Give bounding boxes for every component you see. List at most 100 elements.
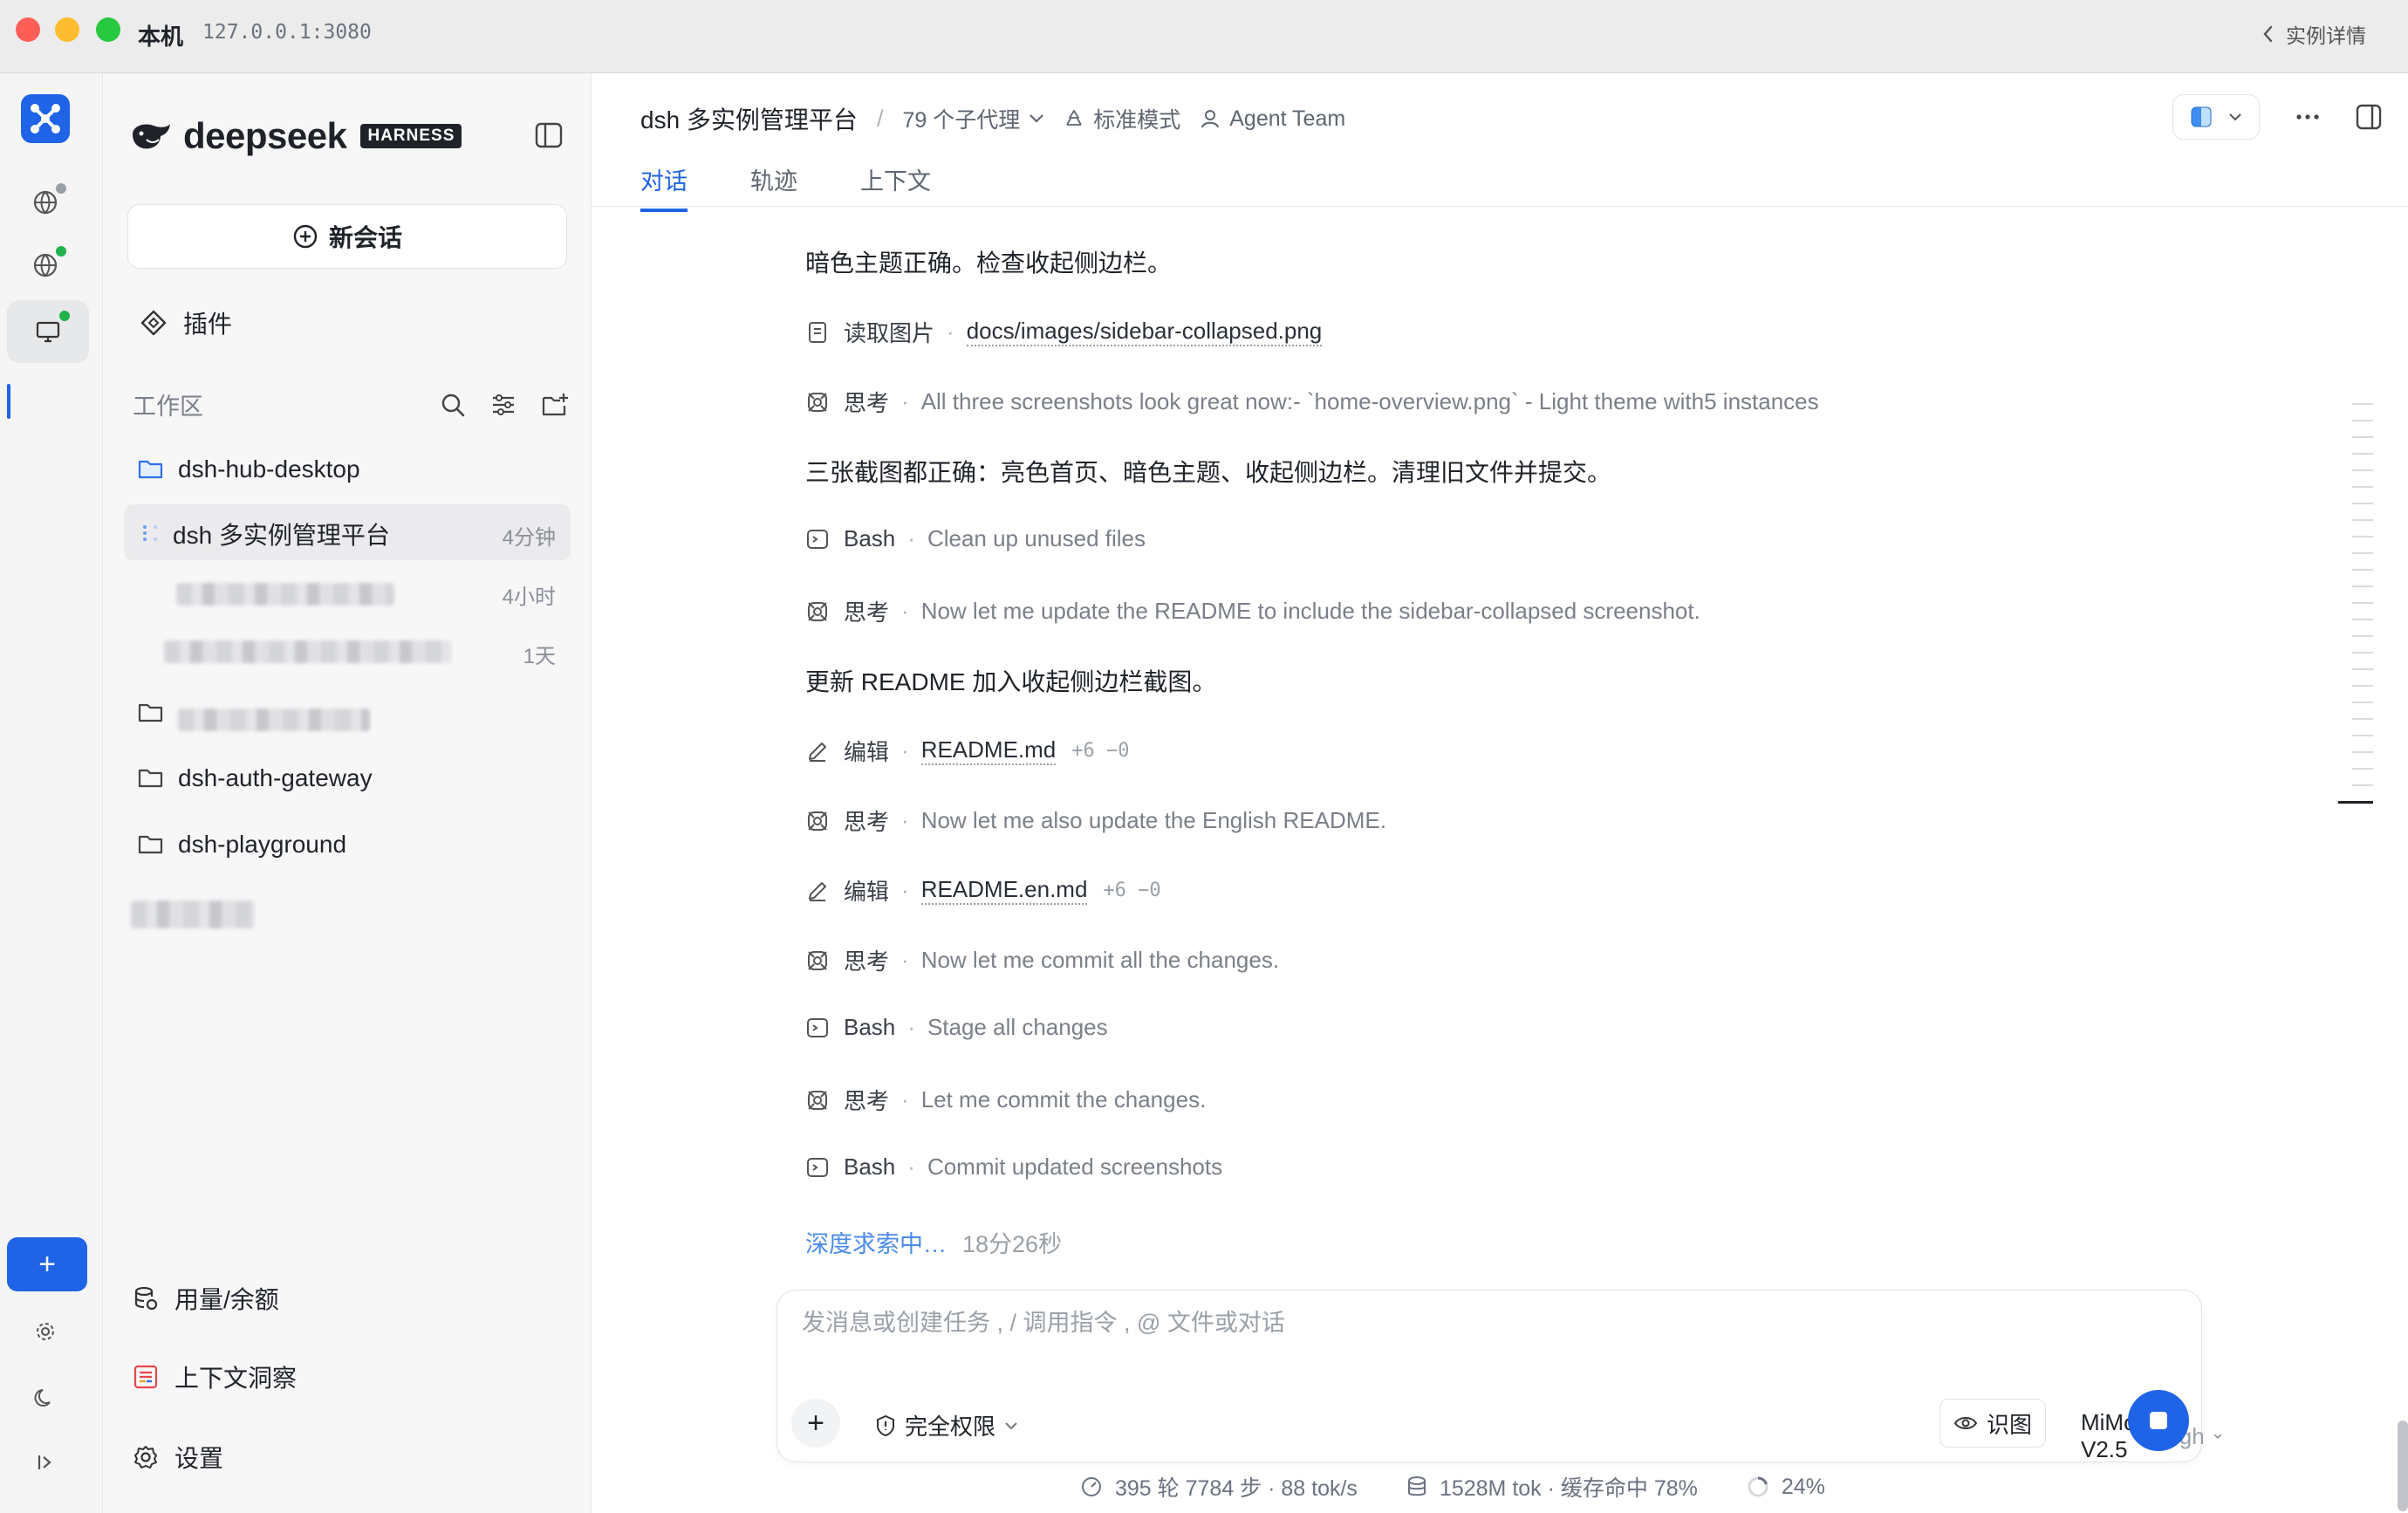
attach-button[interactable]: + [791,1399,840,1448]
mode-selector[interactable]: 标准模式 [1064,103,1180,134]
user-icon [1201,110,1220,128]
tool-step-think[interactable]: 思考 · Let me commit the changes. [805,1084,1206,1116]
remote-instance-button-2[interactable] [21,241,70,290]
filter-icon[interactable] [490,392,516,418]
step-separator: · [907,525,915,551]
plugins-item[interactable]: 插件 [140,305,232,340]
step-detail: Now let me update the README to include … [920,598,1700,624]
app-logo-icon [31,104,60,134]
minimap-tick [2352,403,2373,405]
header-separator: / [876,105,884,132]
settings-item[interactable]: 设置 [133,1440,223,1475]
tool-step-think[interactable]: 思考 · Now let me also update the English … [805,804,1386,837]
step-detail: Now let me also update the English READM… [920,807,1386,833]
app-logo[interactable] [21,94,70,143]
window-titlebar: 本机 127.0.0.1:3080 实例详情 [0,0,2408,73]
moon-icon [34,1389,51,1407]
rail-settings-button[interactable] [21,1307,70,1356]
plus-circle-icon [293,224,318,249]
tool-step-think[interactable]: 思考 · All three screenshots look great no… [805,386,1819,418]
collapse-sidebar-button[interactable] [535,122,563,153]
search-icon[interactable] [440,392,466,418]
editor-switcher[interactable] [2172,94,2260,140]
instance-details-link[interactable]: 实例详情 [2261,19,2366,49]
session-time: 4小时 [502,585,556,609]
new-folder-icon[interactable] [541,392,569,418]
minimap-tick [2352,536,2373,537]
close-window-button[interactable] [16,17,40,42]
minimap-tick [2352,751,2373,753]
minimap-tick [2352,718,2373,720]
minimap-tick [2352,469,2373,471]
step-file-link[interactable]: README.md [920,736,1057,765]
team-label: Agent Team [1229,106,1346,131]
minimize-window-button[interactable] [55,17,79,42]
redacted-folder-name [178,709,370,731]
tool-step-read-image[interactable]: 读取图片 · docs/images/sidebar-collapsed.png [805,316,1323,348]
scrollbar-thumb[interactable] [2398,1421,2408,1511]
stop-generation-button[interactable] [2128,1390,2189,1451]
tool-step-edit[interactable]: 编辑 · README.en.md +6 −0 [805,874,1161,907]
brain-icon [808,601,827,621]
step-file-link[interactable]: docs/images/sidebar-collapsed.png [966,318,1323,346]
subagents-dropdown[interactable]: 79 个子代理 [902,103,1044,134]
tool-step-bash[interactable]: Bash · Clean up unused files [805,525,1146,552]
status-dot-online [59,311,70,321]
tab-context[interactable]: 上下文 [860,162,931,212]
step-file-link[interactable]: README.en.md [920,876,1088,905]
step-label: 编辑 [844,739,890,765]
status-dot-offline [56,183,66,194]
folder-open-icon [138,460,163,479]
workspace-header: 工作区 [133,387,569,421]
turns-stat: 395 轮 7784 步 · 88 tok/s [1115,1476,1358,1501]
tab-trace[interactable]: 轨迹 [750,162,797,212]
add-instance-button[interactable]: + [7,1237,87,1291]
theme-toggle-button[interactable] [21,1373,70,1422]
right-panel-toggle-icon[interactable] [2356,104,2382,130]
step-label: 思考 [844,599,890,626]
team-selector[interactable]: Agent Team [1200,106,1345,132]
brand: deepseek HARNESS [129,115,462,157]
new-chat-button[interactable]: 新会话 [127,204,567,269]
tool-step-edit[interactable]: 编辑 · README.md +6 −0 [805,735,1130,767]
active-session-time: 4分钟 [502,526,556,550]
redacted-item[interactable] [131,900,255,928]
chevron-down-icon [2229,113,2241,121]
finder-icon [2191,106,2212,127]
brain-icon [808,811,827,831]
folder-dsh-hub-desktop[interactable]: dsh-hub-desktop [138,455,360,483]
usage-item[interactable]: 用量/余额 [133,1281,279,1316]
zoom-window-button[interactable] [96,17,120,42]
folder-redacted[interactable] [138,702,164,724]
usage-label: 用量/余额 [174,1286,279,1313]
conversation-minimap[interactable] [2338,403,2373,804]
redacted-session-title[interactable] [164,640,452,663]
redacted-session-title[interactable] [176,583,394,606]
more-icon[interactable] [2296,113,2319,120]
local-instance-button[interactable] [7,300,89,363]
tool-step-bash[interactable]: Bash · Stage all changes [805,1014,1108,1041]
chevron-down-icon [2213,1434,2221,1439]
folder-dsh-auth-gateway[interactable]: dsh-auth-gateway [138,764,373,792]
tool-step-think[interactable]: 思考 · Now let me commit all the changes. [805,944,1279,976]
expand-rail-button[interactable] [21,1438,70,1487]
settings-label: 设置 [174,1445,224,1472]
message-input[interactable] [802,1310,2163,1337]
tab-chat[interactable]: 对话 [640,162,688,212]
context-ring-icon [1748,1476,1768,1497]
tool-step-bash[interactable]: Bash · Commit updated screenshots [805,1154,1222,1181]
remote-instance-button-1[interactable] [21,178,70,227]
step-separator: · [901,1086,909,1112]
whale-logo-icon [133,124,170,149]
vision-toggle-button[interactable]: 识图 [1939,1399,2046,1448]
context-insight-item[interactable]: 上下文洞察 [133,1359,297,1394]
tool-step-think[interactable]: 思考 · Now let me update the README to inc… [805,595,1700,627]
step-detail: Let me commit the changes. [920,1086,1207,1112]
permission-dropdown[interactable]: 完全权限 [875,1409,1018,1441]
minimap-tick [2352,486,2373,488]
thinking-elapsed: 18分26秒 [962,1231,1063,1257]
workspace-title: 工作区 [133,394,203,420]
vision-label: 识图 [1986,1411,2032,1438]
pencil-icon [809,881,826,901]
folder-dsh-playground[interactable]: dsh-playground [138,831,346,859]
